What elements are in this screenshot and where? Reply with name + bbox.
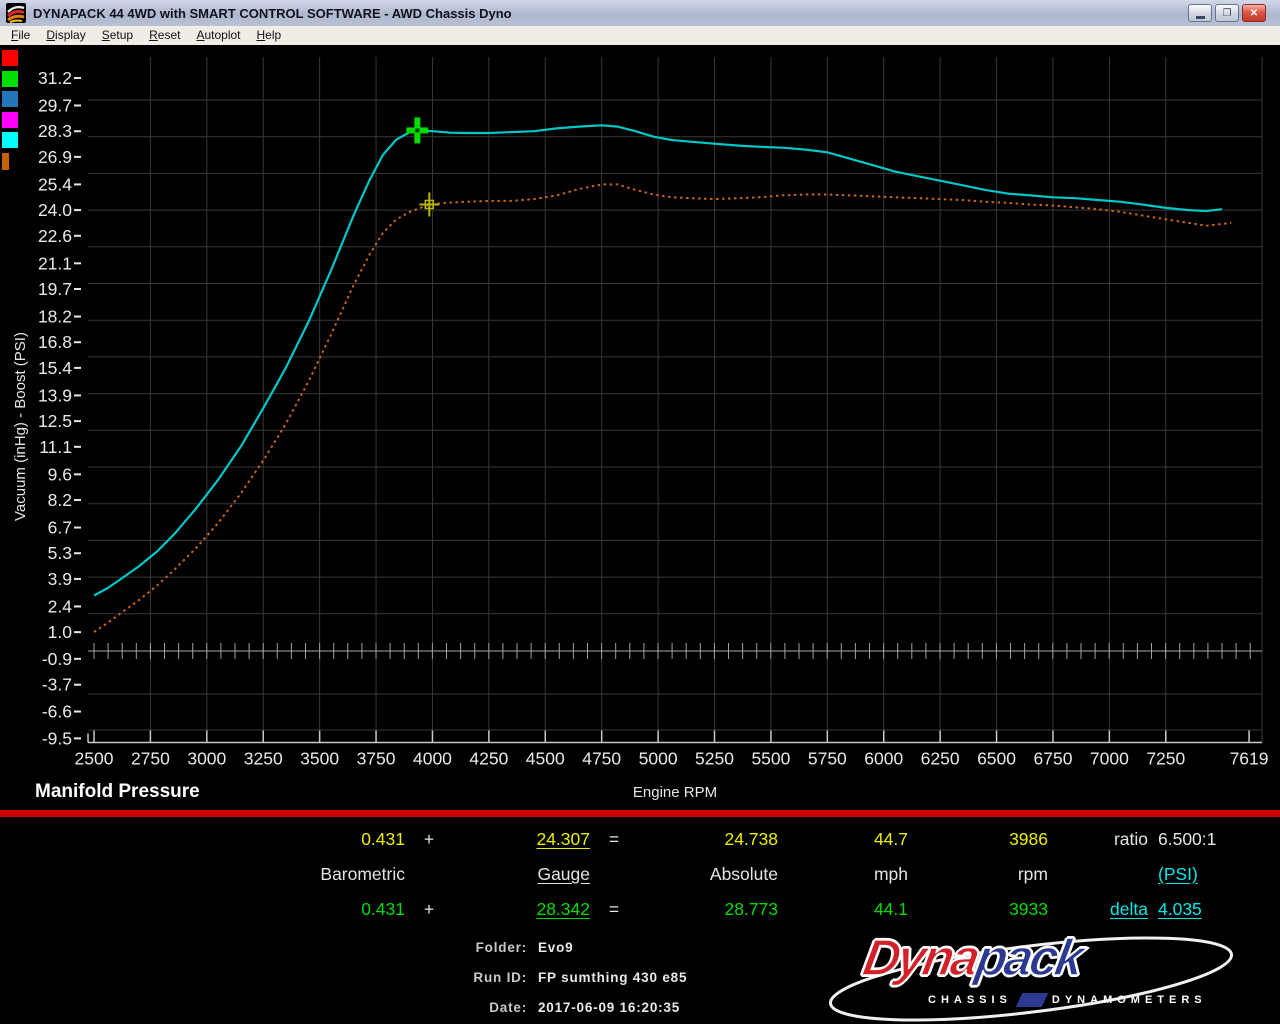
x-axis-title: Engine RPM [633,784,717,801]
svg-text:11.1: 11.1 [39,437,72,457]
legend-swatch-5[interactable] [2,153,9,170]
svg-text:15.4: 15.4 [38,358,72,378]
rpm-value-cur: 3933 [908,899,1048,920]
svg-text:3250: 3250 [244,749,283,769]
mph-label: mph [778,864,908,885]
svg-text:-3.7: -3.7 [42,675,72,695]
svg-text:4250: 4250 [469,749,508,769]
svg-text:18.2: 18.2 [38,307,72,327]
folder-value: Evo9 [538,940,687,955]
equals-sign-cur: = [590,899,638,920]
svg-text:8.2: 8.2 [48,490,72,510]
svg-text:4750: 4750 [582,749,621,769]
date-label: Date: [0,1000,527,1015]
svg-text:7250: 7250 [1146,749,1185,769]
app-window: DYNAPACK 44 4WD with SMART CONTROL SOFTW… [0,0,1280,1024]
rpm-label: rpm [908,864,1048,885]
svg-text:7000: 7000 [1090,749,1129,769]
svg-text:5750: 5750 [808,749,847,769]
svg-text:9.6: 9.6 [48,464,72,484]
legend-swatch-3[interactable] [2,112,18,128]
svg-text:1.0: 1.0 [48,622,73,642]
svg-text:24.0: 24.0 [38,200,72,220]
svg-text:3.9: 3.9 [48,569,72,589]
svg-text:6000: 6000 [864,749,903,769]
logo-wordmark: Dynapack [859,928,1086,987]
legend-swatch-2[interactable] [2,91,18,107]
plus-sign-ref: + [405,829,453,850]
barometric-value-cur: 0.431 [0,899,405,920]
absolute-label: Absolute [638,864,778,885]
run-id-value: FP sumthing 430 e85 [538,970,687,985]
ratio-value: 6.500:1 [1148,829,1280,850]
svg-text:28.3: 28.3 [38,121,72,141]
svg-text:2500: 2500 [75,749,114,769]
svg-text:25.4: 25.4 [38,174,72,194]
y-axis-title: Vacuum (inHg) - Boost (PSI) [12,332,29,521]
svg-text:21.1: 21.1 [38,253,72,273]
legend-swatch-0[interactable] [2,50,18,66]
equals-sign-ref: = [590,829,638,850]
date-value: 2017-06-09 16:20:35 [538,1000,687,1015]
svg-text:6250: 6250 [921,749,960,769]
svg-text:5500: 5500 [751,749,790,769]
svg-text:3500: 3500 [300,749,339,769]
legend-swatch-1[interactable] [2,71,18,87]
svg-text:-6.6: -6.6 [42,702,72,722]
gauge-label[interactable]: Gauge [453,864,590,885]
svg-text:6750: 6750 [1034,749,1073,769]
svg-text:22.6: 22.6 [38,226,72,246]
svg-text:5000: 5000 [639,749,678,769]
svg-text:6.7: 6.7 [48,518,72,538]
folder-label: Folder: [0,940,527,955]
plus-sign-cur: + [405,899,453,920]
svg-text:13.9: 13.9 [38,385,72,405]
logo-subtitle: CHASSIS DYNAMOMETERS [928,993,1207,1007]
dynapack-logo: Dynapack CHASSIS DYNAMOMETERS [822,936,1240,1022]
svg-text:16.8: 16.8 [38,332,72,352]
svg-text:4500: 4500 [526,749,565,769]
svg-text:-9.5: -9.5 [42,728,72,748]
svg-text:2.4: 2.4 [48,596,73,616]
logo-slab [1016,993,1049,1007]
mph-value-cur: 44.1 [778,899,908,920]
svg-text:7619: 7619 [1230,749,1269,769]
chart-plot[interactable]: 31.2 29.7 28.3 26.9 25.4 24.0 22.6 21.1 19.7 18.2… [0,0,1280,812]
gauge-value-cur[interactable]: 28.342 [453,899,590,920]
ratio-label: ratio [1048,829,1148,850]
absolute-value-cur: 28.773 [638,899,778,920]
svg-text:5.3: 5.3 [48,543,72,563]
delta-value[interactable]: 4.035 [1148,899,1280,920]
svg-text:31.2: 31.2 [38,68,72,88]
separator-bar [0,810,1280,817]
svg-text:3750: 3750 [357,749,396,769]
svg-text:19.7: 19.7 [38,279,72,299]
svg-text:6500: 6500 [977,749,1016,769]
svg-text:12.5: 12.5 [38,411,72,431]
svg-text:3000: 3000 [187,749,226,769]
svg-text:2750: 2750 [131,749,170,769]
delta-label[interactable]: delta [1048,899,1148,920]
mph-value-ref: 44.7 [778,829,908,850]
readout-panel: 0.431 + 24.307 = 24.738 44.7 3986 ratio … [0,822,1280,927]
legend-swatch-4[interactable] [2,132,18,148]
gauge-value-ref[interactable]: 24.307 [453,829,590,850]
svg-text:5250: 5250 [695,749,734,769]
svg-text:-0.9: -0.9 [42,649,72,669]
svg-text:29.7: 29.7 [38,96,72,116]
chart-title: Manifold Pressure [35,781,200,803]
svg-text:4000: 4000 [413,749,452,769]
barometric-value-ref: 0.431 [0,829,405,850]
psi-units-link[interactable]: (PSI) [1148,864,1280,885]
svg-text:26.9: 26.9 [38,147,72,167]
absolute-value-ref: 24.738 [638,829,778,850]
run-info: Folder: Evo9 Run ID: FP sumthing 430 e85… [0,932,687,1022]
barometric-label: Barometric [0,864,405,885]
run-id-label: Run ID: [0,970,527,985]
rpm-value-ref: 3986 [908,829,1048,850]
